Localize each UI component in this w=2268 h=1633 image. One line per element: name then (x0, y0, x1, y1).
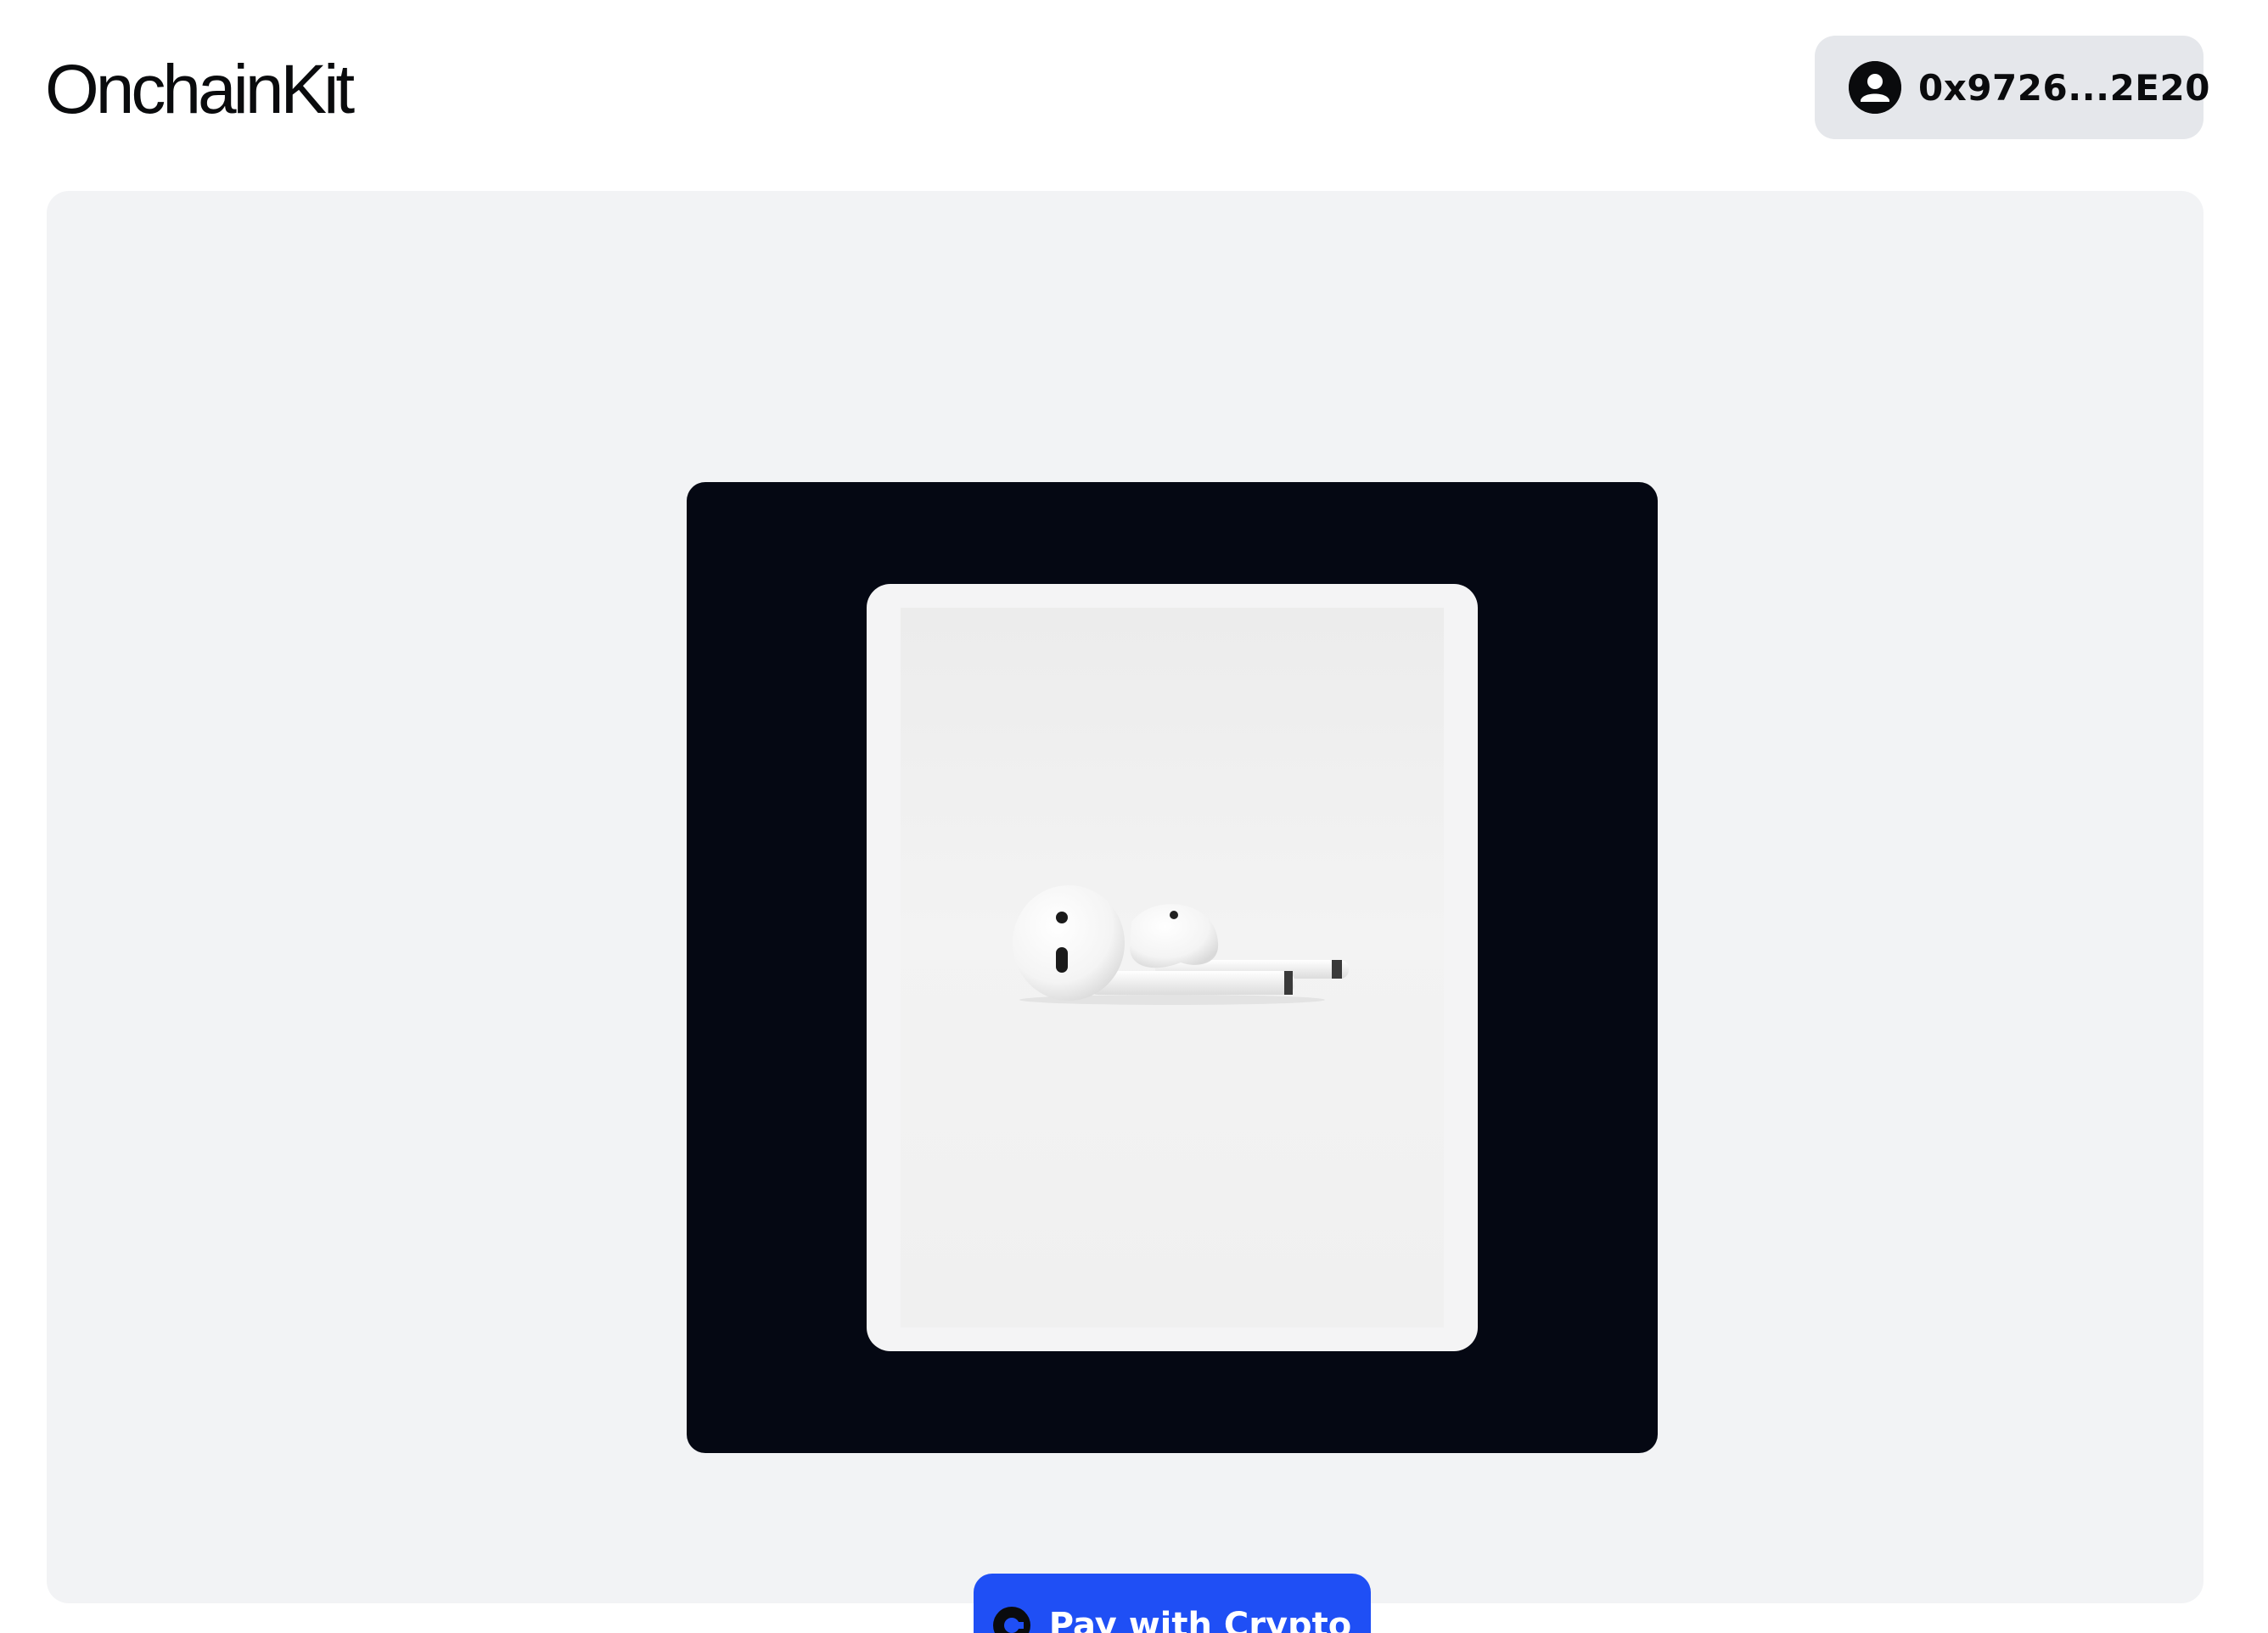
earbuds-illustration (1013, 885, 1349, 1005)
pay-with-crypto-button[interactable]: Pay with Crypto (974, 1574, 1371, 1633)
product-image (901, 608, 1444, 1327)
product-card (867, 584, 1478, 1351)
wallet-address: 0x9726...2E20 (1918, 66, 2210, 109)
app-logo: OnchainKit (45, 51, 355, 128)
checkout-card: Pay with Crypto (47, 191, 2203, 1633)
user-avatar-icon (1849, 61, 1901, 114)
coinbase-logo-icon (992, 1607, 1030, 1633)
wallet-button[interactable]: 0x9726...2E20 (1815, 36, 2209, 139)
page: OnchainKit 0x9726...2E20 Pay with Crypto (0, 0, 2268, 1633)
pay-button-label: Pay with Crypto (1048, 1606, 1352, 1633)
